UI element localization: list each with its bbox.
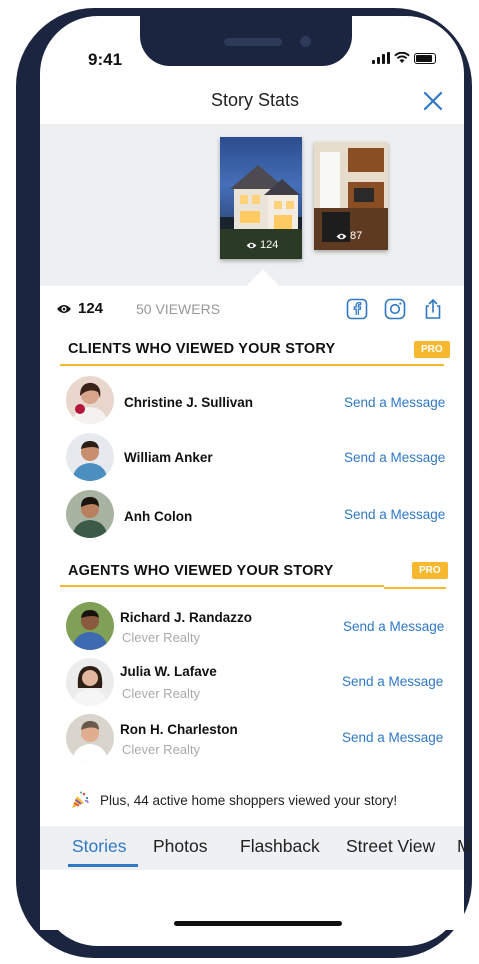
agent-name: Julia W. Lafave: [120, 664, 217, 679]
total-views: 124: [56, 300, 103, 317]
pro-badge: PRO: [412, 562, 448, 579]
tab-more[interactable]: M: [457, 836, 472, 857]
tab-stories[interactable]: Stories: [72, 836, 126, 857]
tab-photos[interactable]: Photos: [153, 836, 207, 857]
thumbnail-views: 87: [336, 230, 362, 242]
agent-company: Clever Realty: [122, 630, 201, 645]
agent-row: Julia W. Lafave Clever Realty Send a Mes…: [66, 658, 446, 710]
agent-row: Ron H. Charleston Clever Realty Send a M…: [66, 714, 446, 766]
share-actions: [346, 298, 444, 320]
speaker-grille: [224, 38, 282, 46]
section-divider: [384, 587, 446, 589]
eye-icon: [336, 233, 347, 239]
viewer-count: 50 VIEWERS: [136, 301, 221, 317]
share-icon[interactable]: [422, 298, 444, 320]
bottom-tab-bar: Stories Photos Flashback Street View M: [40, 826, 472, 870]
send-message-link[interactable]: Send a Message: [342, 674, 443, 689]
agent-name: Ron H. Charleston: [120, 722, 238, 737]
clients-section-title: CLIENTS WHO VIEWED YOUR STORY: [68, 341, 336, 357]
client-name: William Anker: [124, 450, 213, 465]
battery-icon: [414, 52, 436, 64]
shoppers-note: Plus, 44 active home shoppers viewed you…: [70, 790, 397, 810]
eye-icon: [57, 304, 71, 313]
home-indicator[interactable]: [174, 921, 342, 926]
avatar: [66, 433, 114, 481]
client-row: William Anker Send a Message: [66, 433, 446, 485]
avatar: [66, 714, 114, 762]
story-thumbnail-kitchen[interactable]: 87: [314, 142, 388, 250]
agent-row: Richard J. Randazzo Clever Realty Send a…: [66, 602, 446, 654]
send-message-link[interactable]: Send a Message: [344, 450, 445, 465]
page-title: Story Stats: [210, 90, 300, 110]
send-message-link[interactable]: Send a Message: [343, 619, 444, 634]
agent-name: Richard J. Randazzo: [120, 610, 253, 625]
tab-flashback[interactable]: Flashback: [240, 836, 320, 857]
section-divider: [60, 364, 444, 366]
client-name: Christine J. Sullivan: [124, 395, 254, 410]
phone-notch: [140, 16, 352, 66]
section-divider: [60, 585, 384, 587]
pro-badge: PRO: [414, 341, 450, 358]
thumbnail-views: 124: [246, 239, 278, 251]
story-stats-row: 124 50 VIEWERS: [56, 298, 452, 322]
facebook-icon[interactable]: [346, 298, 368, 320]
shoppers-text: Plus, 44 active home shoppers viewed you…: [100, 792, 398, 808]
send-message-link[interactable]: Send a Message: [344, 395, 445, 410]
client-name: Anh Colon: [124, 509, 193, 524]
status-time: 9:41: [88, 50, 123, 69]
instagram-icon[interactable]: [384, 298, 406, 320]
party-popper-icon: [72, 791, 89, 808]
status-icons: [372, 52, 436, 64]
agent-company: Clever Realty: [122, 742, 201, 757]
tab-street-view[interactable]: Street View: [346, 836, 435, 857]
wifi-icon: [394, 52, 410, 63]
story-thumbnail-house[interactable]: 124: [220, 137, 302, 259]
agent-company: Clever Realty: [122, 686, 201, 701]
cellular-signal-icon: [372, 52, 390, 64]
client-row: Christine J. Sullivan Send a Message: [66, 376, 446, 428]
close-icon[interactable]: [420, 88, 446, 114]
client-row: Anh Colon Send a Message: [66, 490, 446, 542]
active-tab-indicator: [68, 864, 138, 867]
front-camera: [300, 36, 311, 47]
avatar: [66, 376, 114, 424]
eye-icon: [246, 242, 257, 248]
agents-section-title: AGENTS WHO VIEWED YOUR STORY: [68, 563, 334, 579]
send-message-link[interactable]: Send a Message: [342, 730, 443, 745]
avatar: [66, 490, 114, 538]
avatar: [66, 658, 114, 706]
send-message-link[interactable]: Send a Message: [344, 507, 445, 522]
avatar: [66, 602, 114, 650]
